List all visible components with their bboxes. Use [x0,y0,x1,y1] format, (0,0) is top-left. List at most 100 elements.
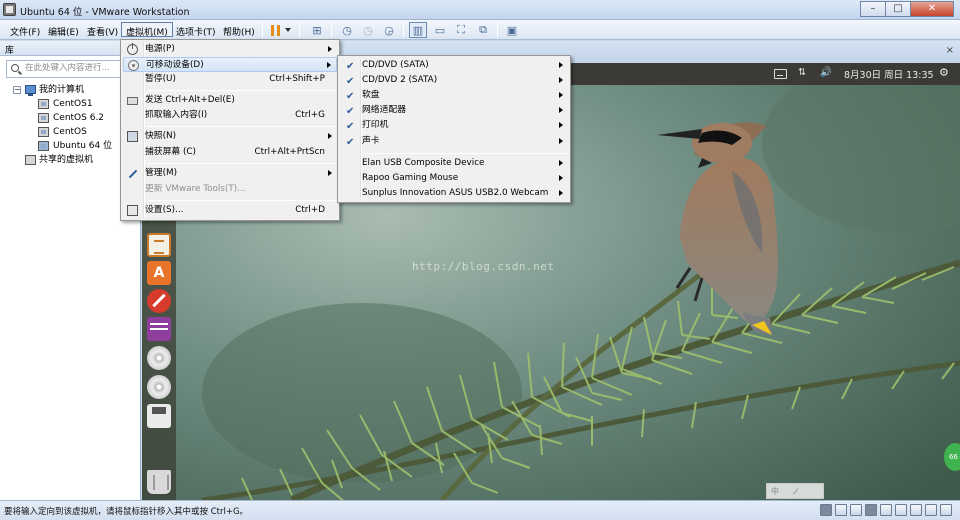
menu-item-capture-screen[interactable]: 捕获屏幕 (C) Ctrl+Alt+PrtScn [123,145,337,160]
thumbnail-icon: ▣ [506,23,518,37]
vm-icon [38,99,49,109]
menu-item-removable-devices[interactable]: 可移动设备(D) [123,57,337,72]
console-view-button[interactable]: ▭ [431,22,449,38]
trash-icon[interactable] [147,470,171,494]
device-item-floppy[interactable]: ✔ 软盘 [340,88,568,103]
message-icon[interactable] [940,504,952,516]
check-icon: ✔ [346,61,355,72]
cd2-icon[interactable] [850,504,862,516]
revert-snapshot-button[interactable]: ◷ [359,22,377,38]
system-settings-icon[interactable] [147,289,171,313]
device-item-network-adapter[interactable]: ✔ 网络适配器 [340,103,568,118]
chevron-right-icon [559,77,563,83]
device-item-cd-dvd[interactable]: ✔ CD/DVD (SATA) [340,58,568,73]
menu-edit[interactable]: 编辑(E) [44,23,83,38]
chevron-right-icon [559,62,563,68]
printer-icon[interactable] [910,504,922,516]
floppy-icon[interactable] [865,504,877,516]
power-dropdown-button[interactable] [282,22,294,38]
menu-tabs[interactable]: 选项卡(T) [172,23,220,38]
tree-item-vm[interactable]: CentOS1 [0,97,140,111]
menu-item-power[interactable]: 电源(P) [123,42,337,57]
clock-datetime[interactable]: 8月30日 周日 13:35 [844,67,934,81]
library-view-button[interactable]: ▥ [409,22,427,38]
computer-icon [25,85,36,96]
chevron-right-icon [559,92,563,98]
device-item-printer[interactable]: ✔ 打印机 [340,118,568,133]
close-button[interactable]: ✕ [910,1,954,17]
ubuntu-software-center-icon[interactable]: A [147,261,171,285]
menu-item-label: 可移动设备(D) [146,60,204,70]
minimize-button[interactable]: – [860,1,886,17]
menu-item-update-vmware-tools: 更新 VMware Tools(T)... [123,182,337,197]
sound-icon[interactable] [925,504,937,516]
unity-button[interactable]: ⧉ [474,22,492,38]
menu-item-settings[interactable]: 设置(S)... Ctrl+D [123,203,337,218]
menu-item-label: 设置(S)... [145,205,184,215]
menu-item-label: 捕获屏幕 (C) [145,147,196,157]
chevron-right-icon [327,62,331,68]
menu-item-pause[interactable]: 暂停(U) Ctrl+Shift+P [123,72,337,87]
vmware-app-icon[interactable] [3,3,16,16]
device-item-usb[interactable]: Sunplus Innovation ASUS USB2.0 Webcam [340,186,568,201]
menu-item-send-ctrl-alt-del[interactable]: 发送 Ctrl+Alt+Del(E) [123,93,337,108]
close-tab-icon[interactable]: × [946,45,954,56]
console-view-icon: ▭ [434,23,446,37]
library-search-input[interactable] [25,63,133,73]
device-item-sound-card[interactable]: ✔ 声卡 [340,134,568,149]
keyboard-indicator-icon[interactable] [774,69,787,79]
device-item-usb[interactable]: Rapoo Gaming Mouse [340,171,568,186]
cd-drive-2-icon[interactable] [147,375,171,399]
chevron-right-icon [328,170,332,176]
gear-icon[interactable]: ⚙ [939,66,949,79]
send-ctrl-alt-del-button[interactable]: ⊞ [308,22,326,38]
tree-item-vm[interactable]: CentOS 6.2 [0,111,140,125]
toolbar-separator [497,23,498,37]
libreoffice-impress-icon[interactable] [147,233,171,257]
ime-toolbar[interactable]: 中 ノ 半 [766,483,824,507]
removable-devices-icon [128,60,139,71]
tree-item-shared-vms[interactable]: 共享的虚拟机 [0,153,140,167]
menu-item-manage[interactable]: 管理(M) [123,166,337,181]
chevron-right-icon [559,160,563,166]
tree-item-vm[interactable]: CentOS [0,125,140,139]
menu-separator [364,153,568,154]
maximize-button[interactable]: □ [885,1,911,17]
menu-item-label: 网络适配器 [362,105,406,115]
toolbar-separator [403,23,404,37]
fullscreen-button[interactable]: ⛶ [452,22,470,38]
pause-icon [270,24,280,36]
chevron-right-icon [559,175,563,181]
menu-file[interactable]: 文件(F) [6,23,44,38]
unity-icon: ⧉ [479,23,487,36]
tree-item-my-computer[interactable]: − 我的计算机 [0,83,140,97]
network-icon[interactable]: ⇅ [798,67,806,78]
tree-item-vm[interactable]: Ubuntu 64 位 [0,139,140,153]
library-tree: − 我的计算机 CentOS1 CentOS 6.2 CentOS Ubuntu… [0,83,140,167]
library-search-box[interactable] [6,60,136,78]
menu-item-grab-input[interactable]: 抓取输入内容(I) Ctrl+G [123,108,337,123]
network-icon[interactable] [880,504,892,516]
hdd-icon[interactable] [820,504,832,516]
take-snapshot-button[interactable]: ◷ [338,22,356,38]
menu-help[interactable]: 帮助(H) [219,23,259,38]
check-icon: ✔ [346,91,355,102]
menu-item-shortcut: Ctrl+Alt+PrtScn [254,147,325,157]
device-item-usb[interactable]: Elan USB Composite Device [340,156,568,171]
device-item-cd-dvd-2[interactable]: ✔ CD/DVD 2 (SATA) [340,73,568,88]
thumbnail-button[interactable]: ▣ [503,22,521,38]
collapse-toggle[interactable]: − [13,86,21,94]
settings-icon [127,205,138,216]
snapshot-manager-button[interactable]: ◶ [380,22,398,38]
green-badge[interactable]: 66 [944,443,960,471]
cd-icon[interactable] [835,504,847,516]
menu-vm[interactable]: 虚拟机(M) [121,22,173,38]
usb-icon[interactable] [895,504,907,516]
save-icon[interactable] [147,404,171,428]
snapshot-icon: ◷ [342,23,352,37]
dash-icon[interactable] [147,317,171,341]
volume-icon[interactable]: 🔊 [820,67,832,78]
cd-drive-icon[interactable] [147,346,171,370]
menu-view[interactable]: 查看(V) [83,23,122,38]
menu-item-snapshot[interactable]: 快照(N) [123,129,337,144]
